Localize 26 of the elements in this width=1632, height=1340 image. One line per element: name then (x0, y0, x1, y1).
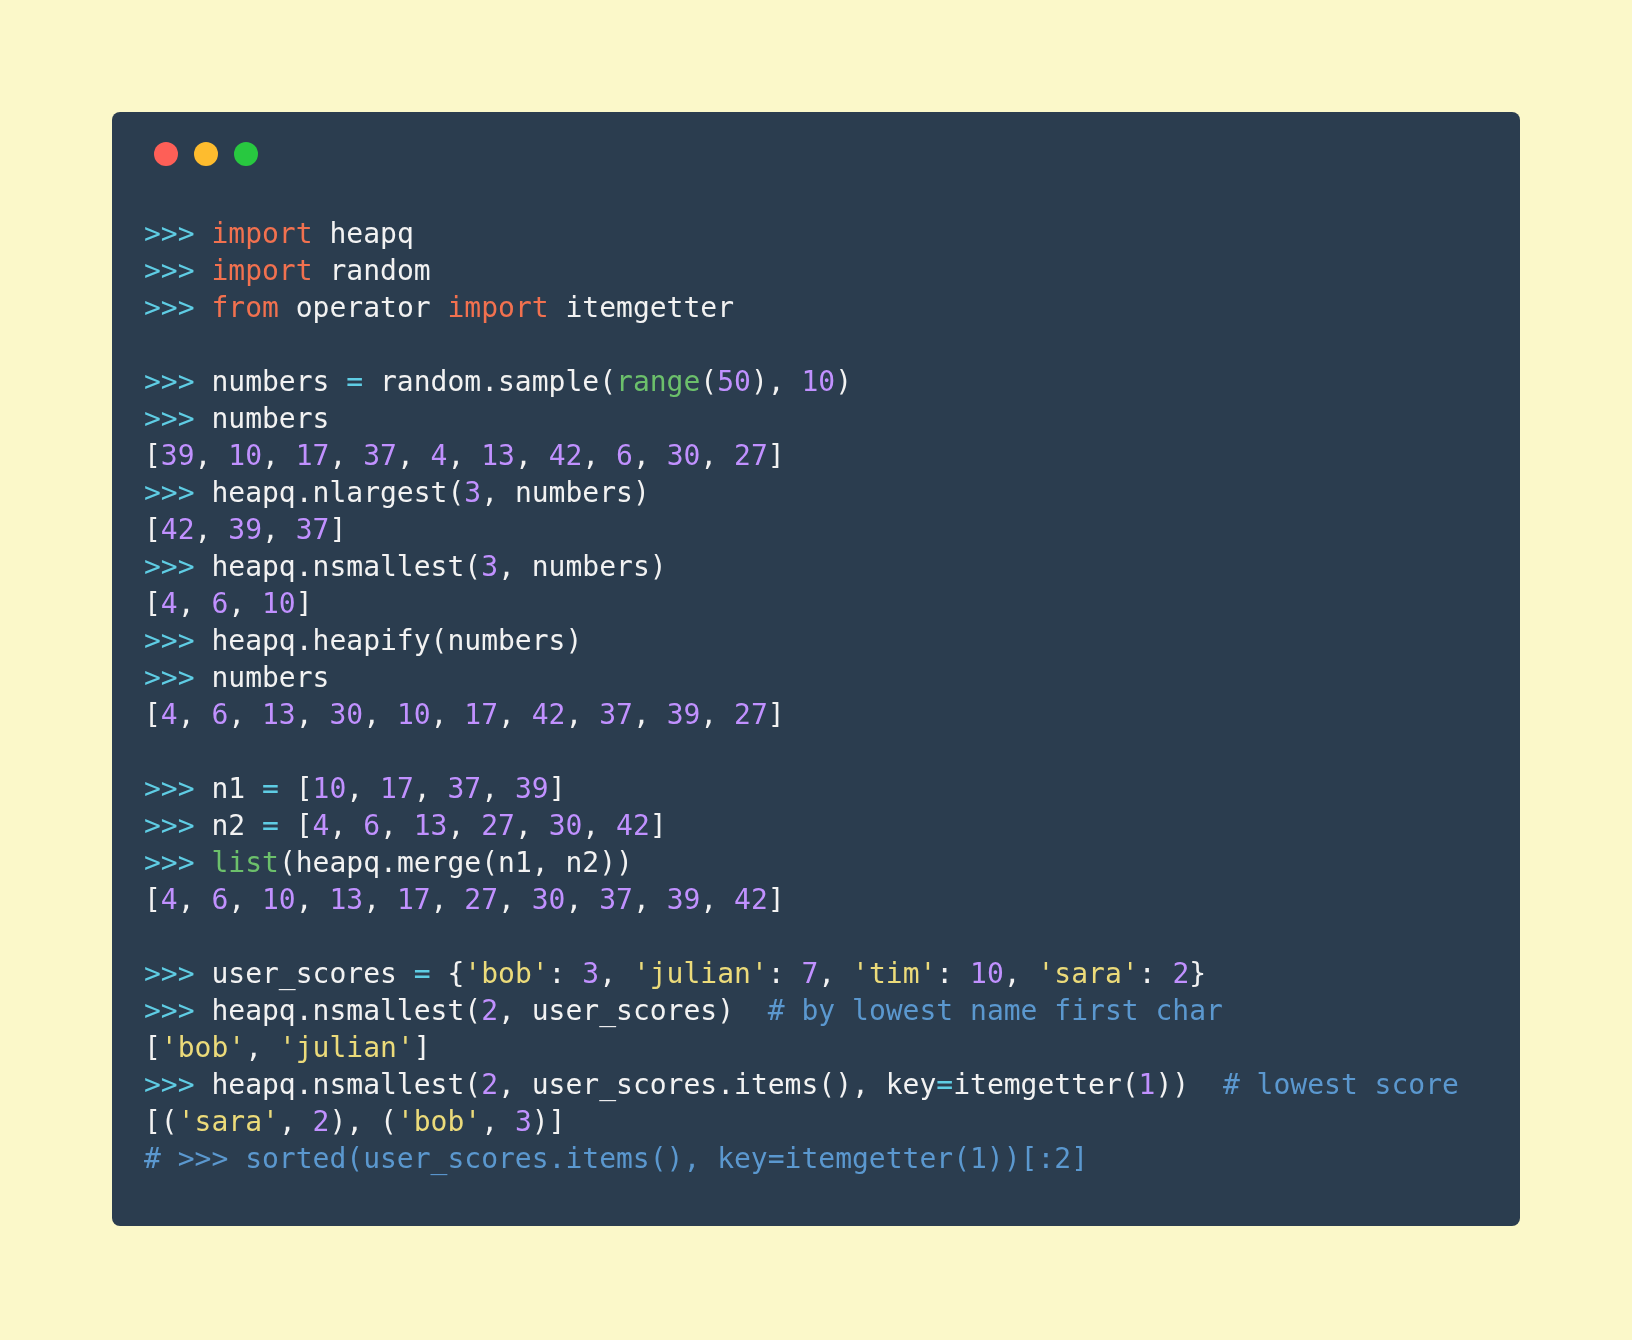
code-line: ['bob', 'julian'] (144, 1030, 431, 1066)
code-line: >>> heapq.nsmallest(2, user_scores.items(), key=itemgetter(1)) # lowest score (144, 1067, 1459, 1103)
code-line: >>> import random (144, 253, 431, 289)
code-line: >>> heapq.nsmallest(2, user_scores) # by lowest name first char (144, 993, 1223, 1029)
code-line: >>> heapq.heapify(numbers) (144, 623, 583, 659)
window-minimize-icon (194, 142, 218, 166)
code-line: # >>> sorted(user_scores.items(), key=itemgetter(1))[:2] (144, 1141, 1088, 1177)
code-line: >>> heapq.nsmallest(3, numbers) (144, 549, 667, 585)
code-line: >>> numbers (144, 401, 330, 437)
window-close-icon (154, 142, 178, 166)
code-line: >>> numbers = random.sample(range(50), 10) (144, 364, 853, 400)
code-line: [39, 10, 17, 37, 4, 13, 42, 6, 30, 27] (144, 438, 785, 474)
code-line: [('sara', 2), ('bob', 3)] (144, 1104, 566, 1140)
code-line: [4, 6, 13, 30, 10, 17, 42, 37, 39, 27] (144, 697, 785, 733)
code-line: >>> user_scores = {'bob': 3, 'julian': 7, 'tim': 10, 'sara': 2} (144, 956, 1207, 992)
code-line: >>> list(heapq.merge(n1, n2)) (144, 845, 633, 881)
code-line: >>> import heapq (144, 216, 414, 252)
code-line: >>> from operator import itemgetter (144, 290, 735, 326)
code-line: [42, 39, 37] (144, 512, 347, 548)
code-line: >>> n2 = [4, 6, 13, 27, 30, 42] (144, 808, 667, 844)
window-maximize-icon (234, 142, 258, 166)
code-line: >>> n1 = [10, 17, 37, 39] (144, 771, 566, 807)
code-line: >>> numbers (144, 660, 330, 696)
code-line: [4, 6, 10, 13, 17, 27, 30, 37, 39, 42] (144, 882, 785, 918)
code-line: >>> heapq.nlargest(3, numbers) (144, 475, 650, 511)
code-line: [4, 6, 10] (144, 586, 313, 622)
